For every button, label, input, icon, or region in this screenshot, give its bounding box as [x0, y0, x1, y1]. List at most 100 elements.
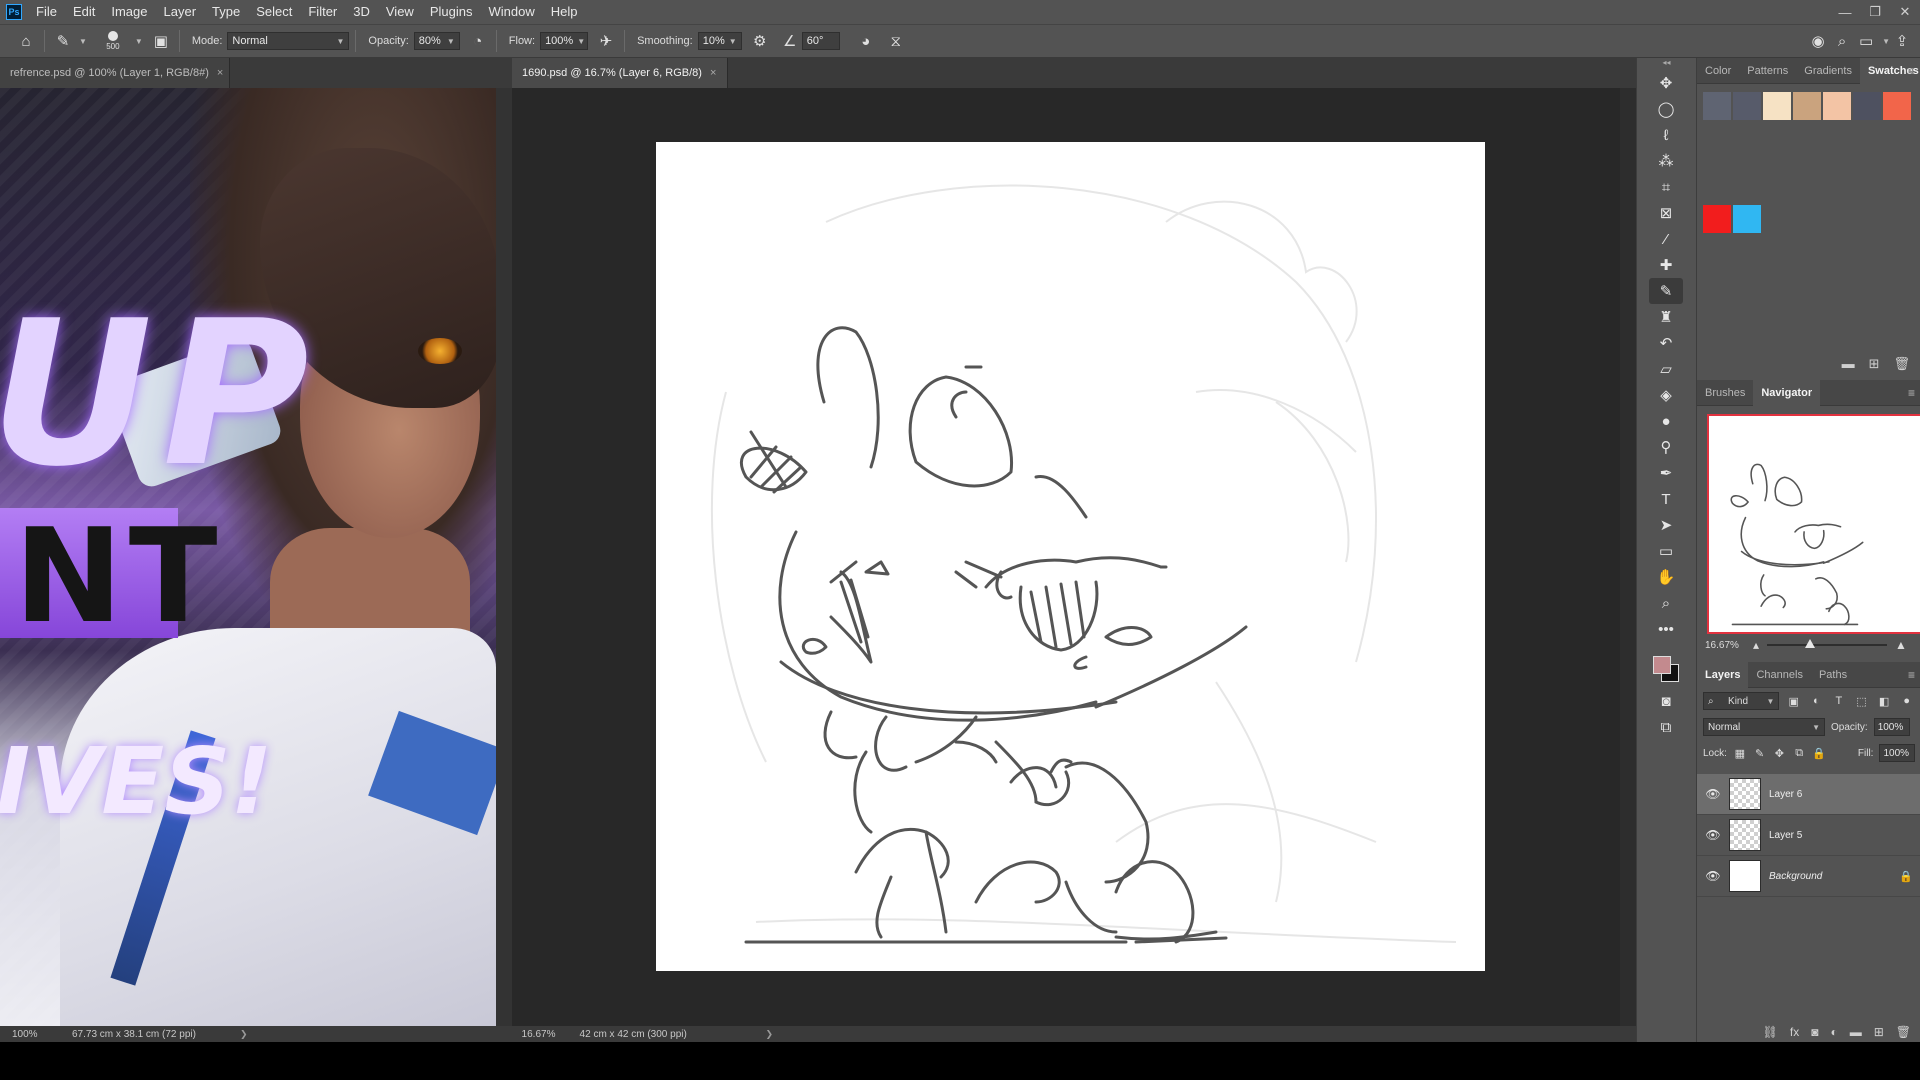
add-mask-icon[interactable]: ◙ [1811, 1025, 1818, 1039]
menu-layer[interactable]: Layer [156, 0, 205, 24]
menu-file[interactable]: File [28, 0, 65, 24]
restore-button[interactable]: ❐ [1860, 0, 1890, 24]
pressure-size-icon[interactable]: ◕ [854, 29, 878, 53]
workspace-icon[interactable]: ▭ [1854, 29, 1878, 53]
delete-layer-trash-icon[interactable]: 🗑 [1896, 1025, 1911, 1039]
shape-filter-icon[interactable]: ⬚ [1853, 695, 1870, 708]
navigator-thumbnail[interactable] [1707, 414, 1920, 634]
menu-filter[interactable]: Filter [300, 0, 345, 24]
search-icon[interactable]: ⌕ [1830, 29, 1854, 53]
stamp-icon[interactable]: ♜ [1649, 304, 1683, 330]
color-swatch[interactable] [1703, 205, 1731, 233]
layer-opacity-field[interactable]: 100% [1873, 718, 1910, 736]
color-swatch[interactable] [1763, 92, 1791, 120]
document-tab-reference[interactable]: refrence.psd @ 100% (Layer 1, RGB/8#) × [0, 58, 230, 88]
folder-icon[interactable]: ▬ [1842, 356, 1855, 372]
layer-row-layer-6[interactable]: 👁 Layer 6 [1697, 774, 1920, 815]
smoothing-settings-gear-icon[interactable]: ⚙ [748, 29, 772, 53]
zoom-icon[interactable]: ⌕ [1649, 590, 1683, 616]
reference-document-view[interactable]: UP NT IVES! [0, 88, 496, 1026]
move-icon[interactable]: ✥ [1649, 70, 1683, 96]
new-swatch-icon[interactable]: ⊞ [1869, 356, 1880, 372]
menu-help[interactable]: Help [543, 0, 586, 24]
color-swatch[interactable] [1733, 205, 1761, 233]
drawing-canvas[interactable] [656, 142, 1485, 971]
new-group-folder-icon[interactable]: ▬ [1850, 1025, 1862, 1039]
zoom-in-icon[interactable]: ▲ [1895, 638, 1907, 652]
canvas-scrollbar[interactable] [1620, 88, 1636, 1026]
status-zoom-main[interactable]: 16.67% [510, 1029, 570, 1040]
main-document-view[interactable] [512, 88, 1636, 1026]
adjustment-layer-icon[interactable]: ◐ [1830, 1025, 1837, 1039]
status-menu-arrow-icon[interactable]: ❯ [766, 1029, 774, 1040]
symmetry-icon[interactable]: ⧖ [884, 29, 908, 53]
hand-icon[interactable]: ✋ [1649, 564, 1683, 590]
frame-icon[interactable]: ⊠ [1649, 200, 1683, 226]
color-swatch[interactable] [1703, 92, 1731, 120]
menu-select[interactable]: Select [248, 0, 300, 24]
lock-all-icon[interactable]: 🔒 [1812, 747, 1826, 760]
tab-patterns[interactable]: Patterns [1739, 58, 1796, 84]
status-menu-arrow-icon[interactable]: ❯ [240, 1029, 248, 1040]
tab-paths[interactable]: Paths [1811, 662, 1855, 688]
tab-gradients[interactable]: Gradients [1796, 58, 1860, 84]
brush-icon[interactable]: ✎ [1649, 278, 1683, 304]
lasso-icon[interactable]: ℓ [1649, 122, 1683, 148]
layer-row-background[interactable]: 👁 Background 🔒 [1697, 856, 1920, 897]
lock-artboard-icon[interactable]: ⧉ [1792, 747, 1806, 760]
path-select-icon[interactable]: ➤ [1649, 512, 1683, 538]
lock-icon[interactable]: 🔒 [1899, 870, 1915, 883]
navigator-zoom-slider[interactable] [1767, 639, 1888, 648]
tab-brushes[interactable]: Brushes [1697, 380, 1753, 406]
color-swatch[interactable] [1853, 92, 1881, 120]
menu-3d[interactable]: 3D [345, 0, 378, 24]
trash-icon[interactable]: 🗑 [1893, 356, 1910, 372]
type-filter-icon[interactable]: T [1831, 695, 1848, 707]
share-icon[interactable]: ⇪ [1890, 29, 1914, 53]
history-brush-icon[interactable]: ↶ [1649, 330, 1683, 356]
tab-navigator[interactable]: Navigator [1753, 379, 1821, 406]
quick-mask-icon[interactable]: ◙ [1649, 688, 1683, 714]
lock-transparency-icon[interactable]: ▦ [1733, 747, 1747, 760]
rectangle-icon[interactable]: ▭ [1649, 538, 1683, 564]
close-icon[interactable]: × [217, 67, 223, 79]
pixel-filter-icon[interactable]: ▣ [1785, 695, 1802, 708]
document-divider[interactable] [496, 88, 512, 1026]
layer-style-fx-icon[interactable]: fx [1790, 1025, 1799, 1039]
zoom-out-icon[interactable]: ▴ [1753, 638, 1759, 652]
crop-icon[interactable]: ⌗ [1649, 174, 1683, 200]
brush-size-picker[interactable]: 500 [95, 27, 131, 55]
color-swatch[interactable] [1883, 92, 1911, 120]
color-swatch[interactable] [1823, 92, 1851, 120]
tab-color[interactable]: Color [1697, 58, 1739, 84]
link-layers-icon[interactable]: ⛓ [1763, 1025, 1778, 1039]
flow-field[interactable]: 100% ▼ [540, 32, 589, 50]
pen-icon[interactable]: ✒ [1649, 460, 1683, 486]
visibility-eye-icon[interactable]: 👁 [1703, 828, 1723, 842]
smoothing-field[interactable]: 10% ▼ [697, 32, 742, 50]
close-icon[interactable]: × [710, 67, 716, 79]
panel-menu-icon[interactable]: ≡ [1908, 380, 1915, 406]
status-zoom-reference[interactable]: 100% [0, 1029, 60, 1040]
visibility-eye-icon[interactable]: 👁 [1703, 869, 1723, 883]
photoshop-logo[interactable]: Ps [6, 4, 22, 20]
panel-menu-icon[interactable]: ≡ [1907, 58, 1914, 84]
visibility-eye-icon[interactable]: 👁 [1703, 787, 1723, 801]
tab-layers[interactable]: Layers [1697, 661, 1749, 688]
navigator-zoom-value[interactable]: 16.67% [1697, 640, 1753, 651]
minimize-button[interactable]: — [1830, 0, 1860, 24]
brush-settings-icon[interactable]: ▣ [149, 29, 173, 53]
chevron-down-icon[interactable]: ▼ [135, 37, 143, 46]
angle-field[interactable]: 60° [801, 32, 840, 50]
menu-window[interactable]: Window [480, 0, 542, 24]
menu-type[interactable]: Type [204, 0, 248, 24]
brush-preset-icon[interactable]: ✎ [51, 29, 75, 53]
marquee-icon[interactable]: ◯ [1649, 96, 1683, 122]
lock-pixels-icon[interactable]: ✎ [1753, 747, 1767, 760]
dodge-icon[interactable]: ⚲ [1649, 434, 1683, 460]
mode-select[interactable]: Normal ▼ [227, 32, 350, 50]
screen-mode-icon[interactable]: ⧉ [1649, 714, 1683, 740]
opacity-field[interactable]: 80% ▼ [413, 32, 460, 50]
type-icon[interactable]: T [1649, 486, 1683, 512]
menu-view[interactable]: View [378, 0, 422, 24]
